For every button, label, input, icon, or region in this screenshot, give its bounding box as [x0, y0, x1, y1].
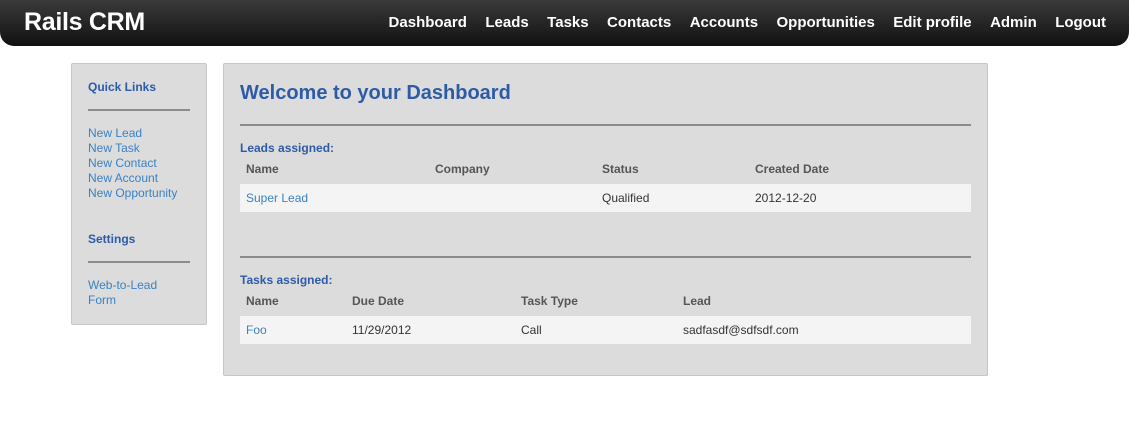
task-lead: sadfasdf@sdfsdf.com — [683, 323, 799, 337]
lead-created-date: 2012-12-20 — [755, 191, 817, 205]
column-header: Lead — [683, 294, 712, 308]
column-header: Status — [602, 162, 639, 176]
lead-status: Qualified — [602, 191, 650, 205]
task-name-link[interactable]: Foo — [246, 323, 267, 337]
section-divider — [240, 256, 971, 258]
leads-table-header: Name Company Status Created Date — [240, 158, 971, 180]
leads-table: Name Company Status Created Date Super L… — [240, 158, 971, 212]
quick-links-heading: Quick Links — [88, 80, 157, 94]
new-lead-link[interactable]: New Lead — [88, 126, 177, 141]
column-header: Company — [435, 162, 490, 176]
table-row: Super Lead Qualified 2012-12-20 — [240, 184, 971, 212]
column-header: Due Date — [352, 294, 405, 308]
nav-opportunities[interactable]: Opportunities — [776, 14, 874, 31]
tasks-table-header: Name Due Date Task Type Lead — [240, 290, 971, 312]
column-header: Task Type — [521, 294, 578, 308]
web-to-lead-form-link[interactable]: Form — [88, 293, 157, 308]
new-account-link[interactable]: New Account — [88, 171, 177, 186]
sidebar: Quick Links New Lead New Task New Contac… — [71, 63, 207, 325]
tasks-section-label: Tasks assigned: — [240, 273, 333, 287]
column-header: Created Date — [755, 162, 830, 176]
settings-heading: Settings — [88, 232, 136, 246]
dashboard-panel: Welcome to your Dashboard Leads assigned… — [223, 63, 988, 376]
task-due-date: 11/29/2012 — [352, 323, 412, 337]
nav-leads[interactable]: Leads — [485, 14, 528, 31]
nav-edit-profile[interactable]: Edit profile — [893, 14, 971, 31]
tasks-table: Name Due Date Task Type Lead Foo 11/29/2… — [240, 290, 971, 344]
top-navbar: Rails CRM Dashboard Leads Tasks Contacts… — [0, 0, 1129, 46]
table-row: Foo 11/29/2012 Call sadfasdf@sdfsdf.com — [240, 316, 971, 344]
settings-divider — [88, 261, 190, 263]
nav-admin[interactable]: Admin — [990, 14, 1037, 31]
main-nav: Dashboard Leads Tasks Contacts Accounts … — [375, 14, 1106, 32]
nav-logout[interactable]: Logout — [1055, 14, 1106, 31]
lead-name-link[interactable]: Super Lead — [246, 191, 308, 205]
nav-accounts[interactable]: Accounts — [690, 14, 758, 31]
column-header: Name — [246, 294, 279, 308]
column-header: Name — [246, 162, 279, 176]
task-type: Call — [521, 323, 542, 337]
web-to-lead-link[interactable]: Web-to-Lead — [88, 278, 157, 293]
new-task-link[interactable]: New Task — [88, 141, 177, 156]
nav-dashboard[interactable]: Dashboard — [389, 14, 467, 31]
page-title: Welcome to your Dashboard — [240, 82, 511, 104]
quick-links-divider — [88, 109, 190, 111]
nav-tasks[interactable]: Tasks — [547, 14, 588, 31]
leads-section-label: Leads assigned: — [240, 141, 335, 155]
new-contact-link[interactable]: New Contact — [88, 156, 177, 171]
nav-contacts[interactable]: Contacts — [607, 14, 671, 31]
title-divider — [240, 124, 971, 126]
brand-logo[interactable]: Rails CRM — [24, 8, 145, 37]
quick-links-list: New Lead New Task New Contact New Accoun… — [88, 126, 177, 201]
new-opportunity-link[interactable]: New Opportunity — [88, 186, 177, 201]
settings-list: Web-to-Lead Form — [88, 278, 157, 308]
